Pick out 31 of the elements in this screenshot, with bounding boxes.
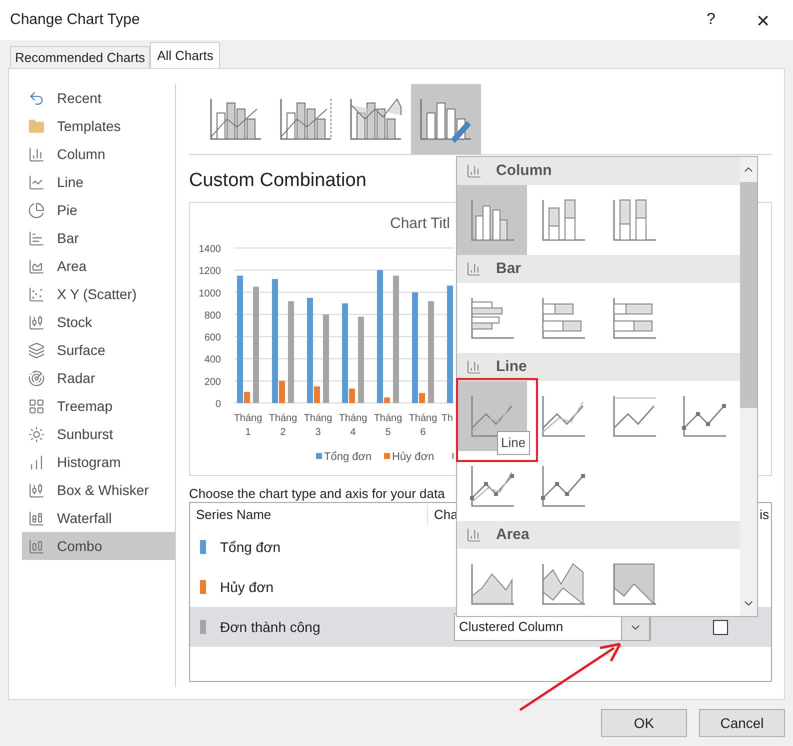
- axis-label: Tháng 4: [338, 413, 368, 438]
- instruction-text: Choose the chart type and axis for your data: [189, 485, 446, 502]
- column-header: is: [760, 506, 770, 524]
- menu-section-header: Column: [457, 157, 740, 185]
- series-name: Tổng đơn: [220, 538, 282, 557]
- axis-label: 200: [204, 376, 221, 388]
- axis-label: Tháng 3: [304, 413, 332, 438]
- axis-label: Tháng 2: [268, 413, 298, 438]
- series-name: Hủy đơn: [220, 578, 275, 597]
- axis-label: 400: [204, 354, 221, 366]
- menu-section-header: Line: [457, 353, 740, 381]
- axis-label: 1400: [198, 244, 221, 255]
- menu-section-header: Area: [457, 521, 740, 549]
- window-title: Change Chart Type: [10, 10, 141, 30]
- menu-section-header: Bar: [457, 255, 740, 283]
- axis-label: Tháng 1: [234, 413, 262, 438]
- axis-label: Tháng 5: [374, 413, 402, 438]
- column-header: Series Name: [190, 505, 428, 525]
- axis-label: Tháng 6: [408, 413, 438, 438]
- axis-label: 1200: [198, 266, 221, 278]
- chart-title: Chart Titl: [390, 215, 450, 232]
- axis-label: 0: [215, 399, 221, 410]
- tooltip: Line: [497, 431, 530, 455]
- axis-label: 600: [204, 332, 221, 344]
- axis-label: Th: [441, 413, 453, 424]
- section-heading: Custom Combination: [189, 169, 366, 193]
- series-name: Đơn thành công: [220, 618, 322, 637]
- legend-label: Tổng đơn: [324, 451, 372, 463]
- legend-label: Hủy đơn: [392, 451, 434, 463]
- axis-label: 800: [204, 310, 221, 322]
- axis-label: 1000: [198, 288, 221, 300]
